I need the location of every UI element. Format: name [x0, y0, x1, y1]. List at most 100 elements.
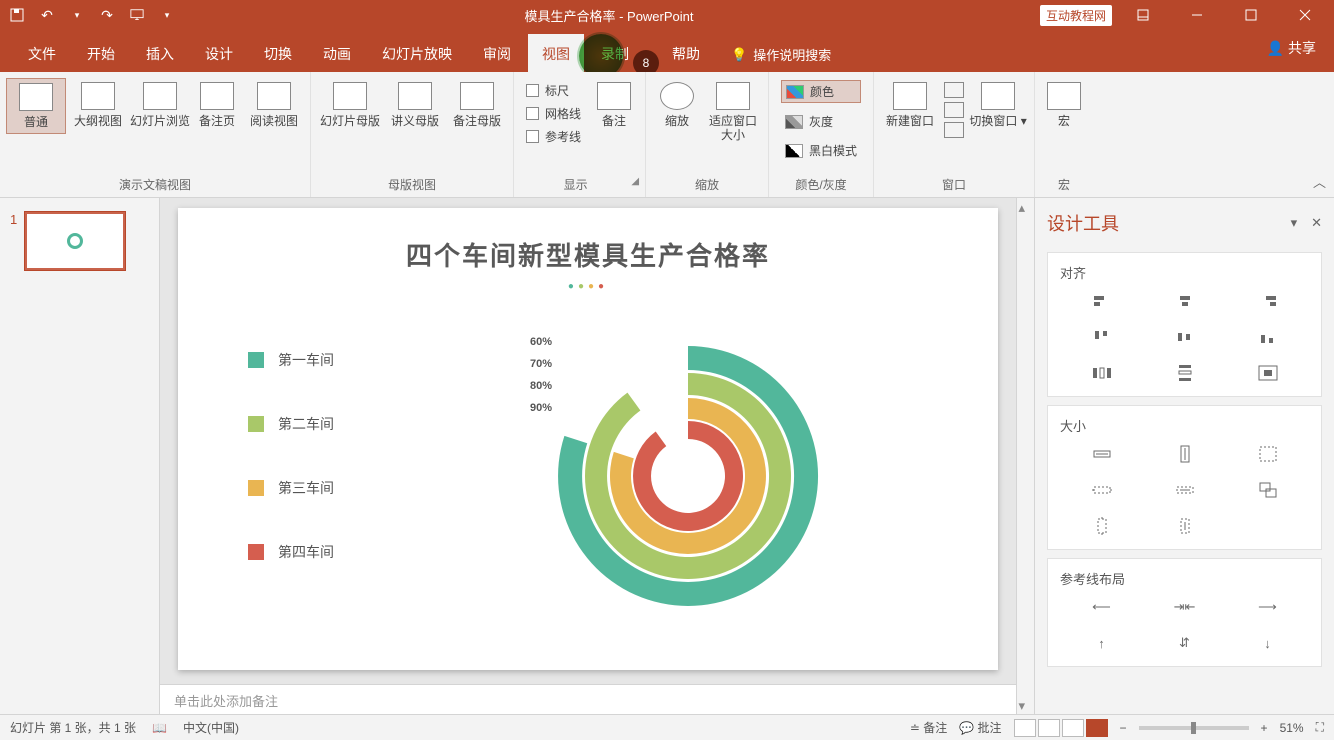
slide-master-button[interactable]: 幻灯片母版 [317, 78, 383, 132]
spellcheck-icon[interactable]: 📖 [152, 721, 167, 735]
slide-thumbnail-pane[interactable]: 1 [0, 198, 160, 714]
redo-icon[interactable]: ↷ [96, 4, 118, 26]
gridlines-checkbox[interactable]: 网格线 [526, 105, 581, 122]
comments-toggle[interactable]: 💬 批注 [959, 719, 1001, 736]
zoom-in-icon[interactable]: + [1261, 721, 1268, 735]
guide-bottom-icon[interactable]: ↓ [1257, 634, 1279, 652]
same-height-icon[interactable] [1174, 445, 1196, 463]
language-status[interactable]: 中文(中国) [183, 719, 239, 736]
cascade-icon[interactable] [944, 102, 964, 118]
tutorial-link[interactable]: 互动教程网 [1040, 5, 1112, 26]
tab-record[interactable]: 录制 [587, 34, 643, 72]
minimize-icon[interactable] [1174, 0, 1220, 30]
slide-thumbnail-1[interactable]: 1 [10, 212, 149, 270]
notes-button[interactable]: 备注 [589, 78, 639, 132]
tab-design[interactable]: 设计 [191, 34, 247, 72]
slide-canvas[interactable]: 四个车间新型模具生产合格率 ●●●● 第一车间 第二车间 第三车间 第四车间 [178, 208, 998, 670]
new-window-button[interactable]: 新建窗口 [880, 78, 940, 132]
outline-view-button[interactable]: 大纲视图 [68, 78, 128, 132]
guide-top-icon[interactable]: ↑ [1091, 634, 1113, 652]
reading-view-icon[interactable] [1062, 719, 1084, 737]
bw-button[interactable]: 黑白模式 [781, 140, 861, 161]
macros-button[interactable]: 宏 [1041, 78, 1087, 132]
guide-center-h-icon[interactable]: ⇥⇤ [1174, 598, 1196, 616]
inc-height-icon[interactable] [1091, 517, 1113, 535]
same-width-icon[interactable] [1091, 445, 1113, 463]
tell-me-search[interactable]: 💡操作说明搜索 [717, 35, 845, 72]
align-left-icon[interactable] [1091, 292, 1113, 310]
share-button[interactable]: 👤共享 [1267, 38, 1316, 58]
maximize-icon[interactable] [1228, 0, 1274, 30]
move-split-icon[interactable] [944, 122, 964, 138]
notes-toggle[interactable]: ≐ 备注 [910, 719, 947, 736]
tab-view[interactable]: 视图 [528, 34, 584, 72]
normal-view-button[interactable]: 普通 [6, 78, 66, 134]
reading-view-button[interactable]: 阅读视图 [244, 78, 304, 132]
zoom-out-icon[interactable]: − [1120, 721, 1127, 735]
close-icon[interactable] [1282, 0, 1328, 30]
distribute-v-icon[interactable] [1174, 364, 1196, 382]
align-middle-v-icon[interactable] [1174, 328, 1196, 346]
align-right-icon[interactable] [1257, 292, 1279, 310]
scroll-up-icon[interactable]: ▴ [1019, 200, 1033, 214]
ribbon-display-icon[interactable] [1120, 0, 1166, 30]
switch-windows-button[interactable]: 切换窗口 ▾ [968, 78, 1028, 132]
handout-master-button[interactable]: 讲义母版 [385, 78, 445, 132]
notes-pane[interactable]: 单击此处添加备注 [160, 684, 1016, 714]
ruler-checkbox[interactable]: 标尺 [526, 82, 581, 99]
grayscale-button[interactable]: 灰度 [781, 111, 861, 132]
fit-slide-icon[interactable]: ⛶ [1316, 720, 1324, 735]
zoom-slider[interactable] [1139, 726, 1249, 730]
status-bar: 幻灯片 第 1 张，共 1 张 📖 中文(中国) ≐ 备注 💬 批注 − + 5… [0, 714, 1334, 740]
distribute-h-icon[interactable] [1091, 364, 1113, 382]
align-to-slide-icon[interactable] [1257, 364, 1279, 382]
dialog-launcher-icon[interactable]: ◢ [631, 176, 639, 187]
undo-icon[interactable]: ↶ [36, 4, 58, 26]
slideshow-view-icon[interactable] [1086, 719, 1108, 737]
group-label: 窗口 [880, 176, 1028, 195]
pane-close-icon[interactable]: ✕ [1311, 215, 1322, 231]
guide-center-v-icon[interactable]: ⇵ [1174, 634, 1196, 652]
tab-home[interactable]: 开始 [73, 34, 129, 72]
group-label: 母版视图 [317, 176, 507, 195]
dec-height-icon[interactable] [1174, 517, 1196, 535]
vertical-scrollbar[interactable]: ▴ ▾ [1016, 198, 1034, 714]
tab-review[interactable]: 审阅 [469, 34, 525, 72]
tab-animations[interactable]: 动画 [309, 34, 365, 72]
inc-width-icon[interactable] [1091, 481, 1113, 499]
zoom-percent[interactable]: 51% [1280, 721, 1304, 735]
dec-width-icon[interactable] [1174, 481, 1196, 499]
tab-help[interactable]: 帮助 [646, 34, 714, 72]
swap-size-icon[interactable] [1257, 481, 1279, 499]
zoom-button[interactable]: 缩放 [652, 78, 702, 132]
tab-insert[interactable]: 插入 [132, 34, 188, 72]
align-bottom-icon[interactable] [1257, 328, 1279, 346]
same-size-icon[interactable] [1257, 445, 1279, 463]
tab-transitions[interactable]: 切换 [250, 34, 306, 72]
slide-sorter-button[interactable]: 幻灯片浏览 [130, 78, 190, 132]
tab-slideshow[interactable]: 幻灯片放映 [368, 34, 466, 72]
start-show-icon[interactable] [126, 4, 148, 26]
notes-master-button[interactable]: 备注母版 [447, 78, 507, 132]
undo-more-icon[interactable]: ▾ [66, 4, 88, 26]
section-title: 对齐 [1060, 263, 1309, 282]
save-icon[interactable] [6, 4, 28, 26]
fit-window-button[interactable]: 适应窗口大小 [704, 78, 762, 146]
guide-left-icon[interactable]: ⟵ [1091, 598, 1113, 616]
guide-right-icon[interactable]: ⟶ [1257, 598, 1279, 616]
sorter-view-icon[interactable] [1038, 719, 1060, 737]
notes-page-button[interactable]: 备注页 [192, 78, 242, 132]
group-label: 演示文稿视图 [6, 176, 304, 195]
tab-file[interactable]: 文件 [14, 34, 70, 72]
pane-menu-icon[interactable]: ▾ [1291, 215, 1298, 231]
align-top-icon[interactable] [1091, 328, 1113, 346]
color-button[interactable]: 颜色 [781, 80, 861, 103]
qat-more-icon[interactable]: ▾ [156, 4, 178, 26]
align-center-h-icon[interactable] [1174, 292, 1196, 310]
normal-view-icon[interactable] [1014, 719, 1036, 737]
slide-counter[interactable]: 幻灯片 第 1 张，共 1 张 [10, 719, 136, 736]
scroll-down-icon[interactable]: ▾ [1019, 698, 1033, 712]
arrange-all-icon[interactable] [944, 82, 964, 98]
guides-checkbox[interactable]: 参考线 [526, 128, 581, 145]
collapse-ribbon-icon[interactable]: ︿ [1313, 172, 1326, 191]
